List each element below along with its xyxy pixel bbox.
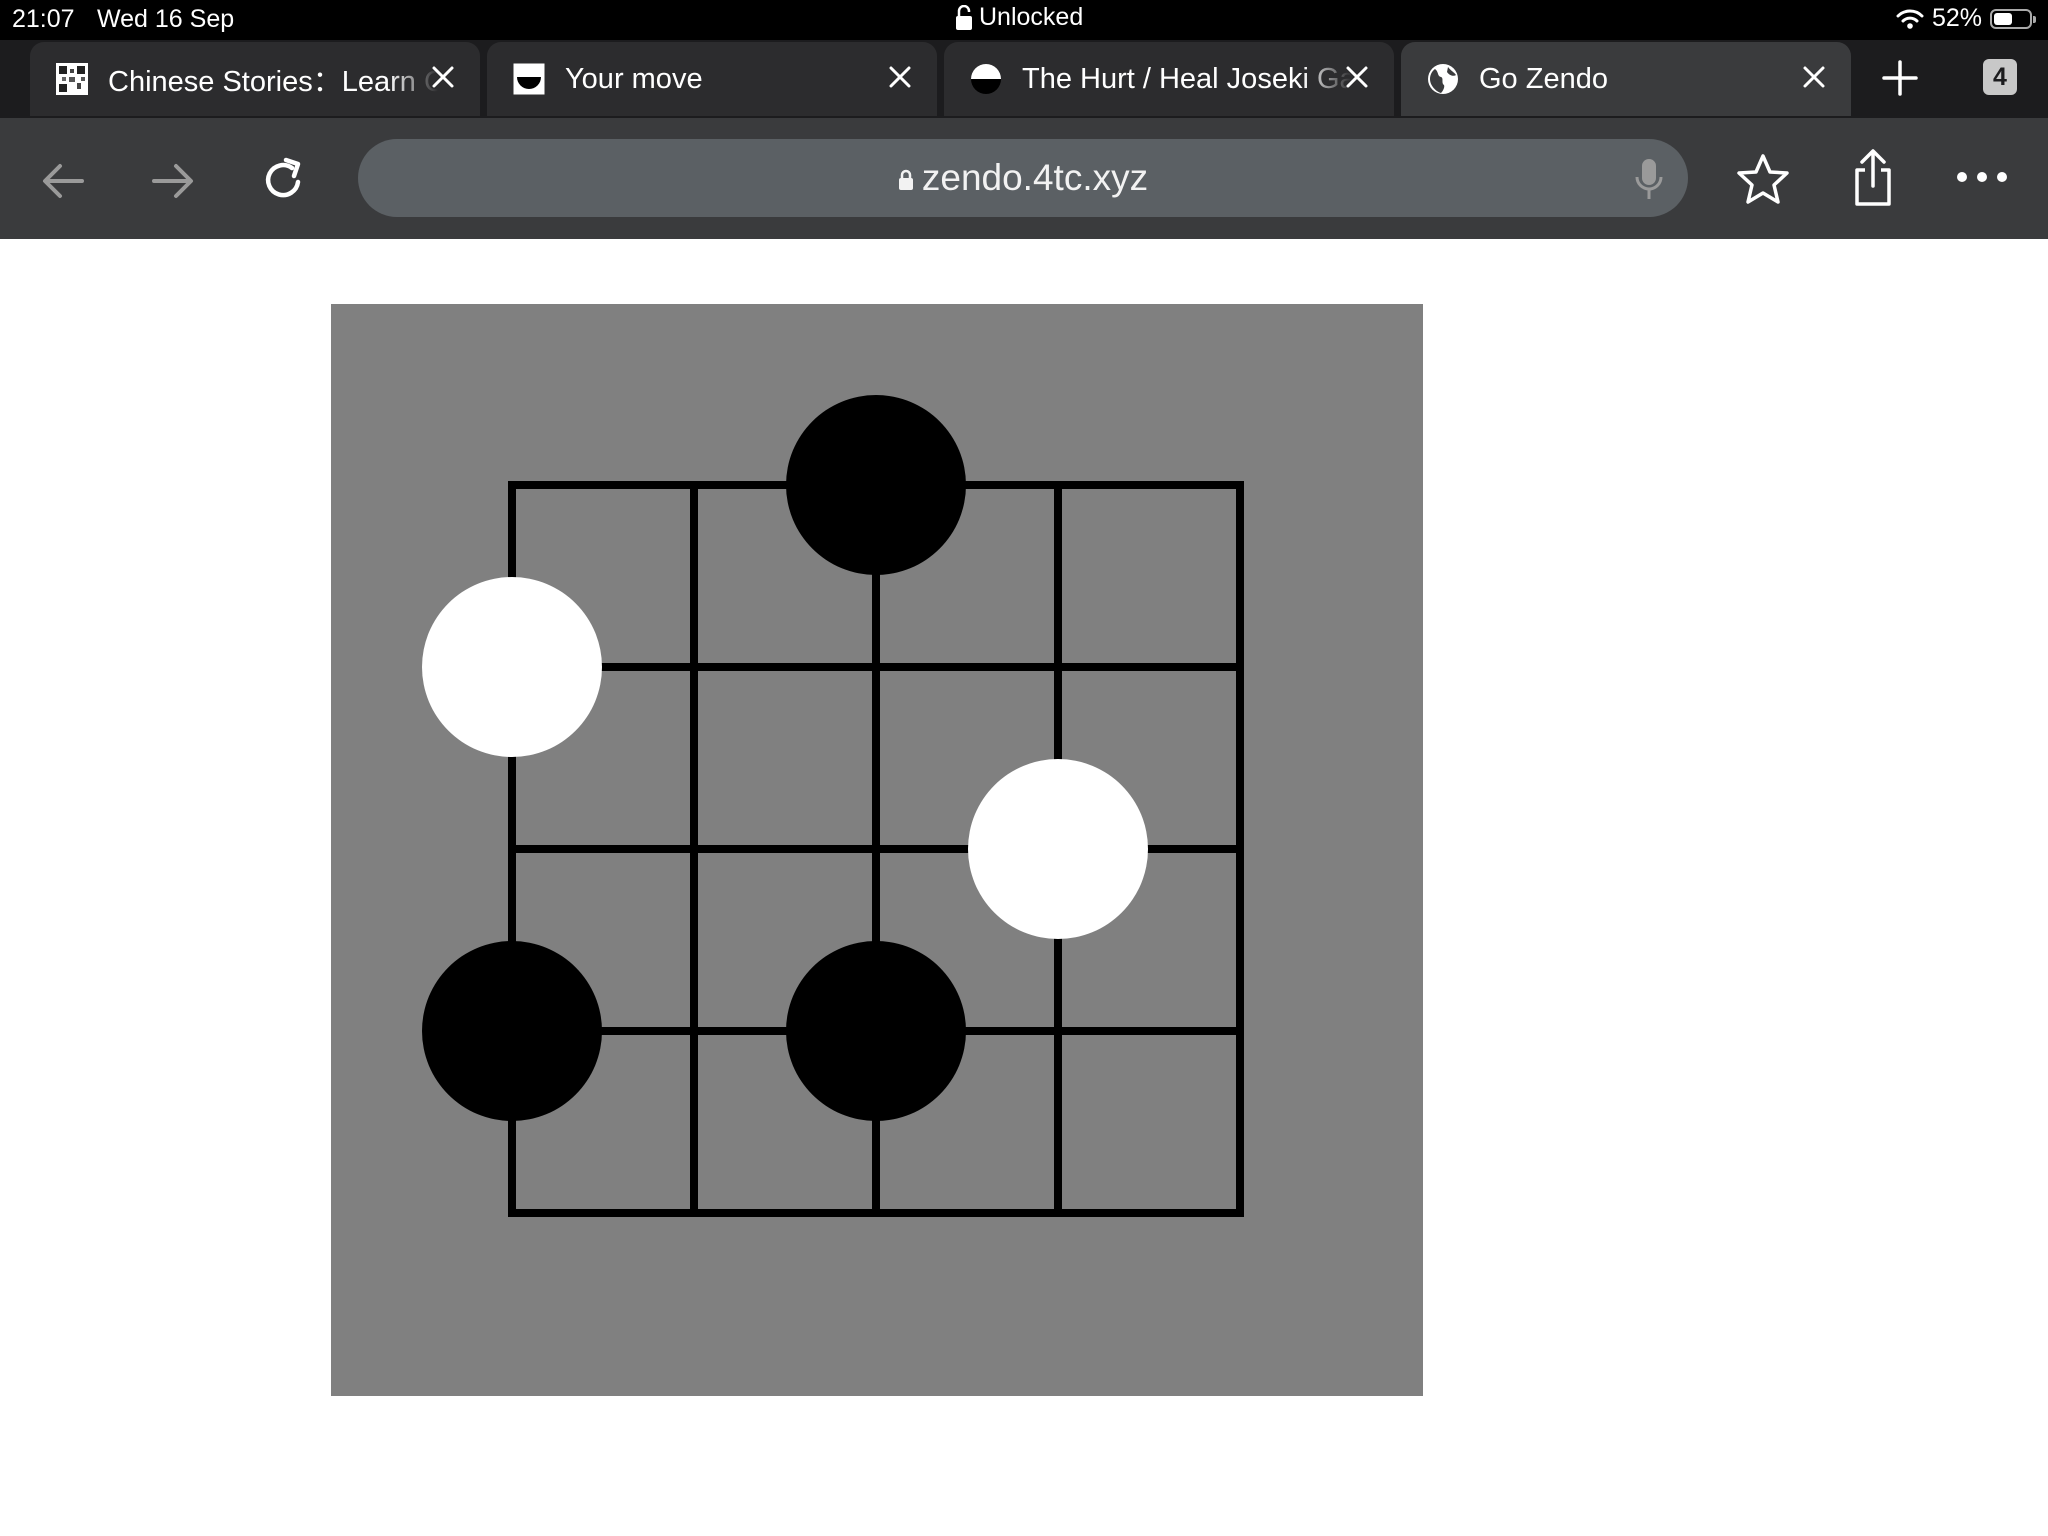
back-arrow-icon[interactable] [38,156,88,206]
address-bar[interactable]: zendo.4tc.xyz [358,139,1688,217]
half-stone-icon [971,64,1001,94]
forward-arrow-icon[interactable] [148,156,198,206]
go-board[interactable] [331,304,1423,1396]
black-stone [422,941,602,1121]
black-stone [786,941,966,1121]
black-stone [786,395,966,575]
reload-icon[interactable] [258,156,308,206]
globe-icon [1428,64,1458,94]
page-content [0,239,2048,1536]
wifi-icon [1896,9,1924,29]
bookmark-star-icon[interactable] [1735,152,1791,208]
battery-percent: 52% [1931,4,1982,32]
more-options-icon[interactable] [1954,162,2010,192]
tab-title: Go Zendo [1479,62,1608,95]
qr-code-icon [56,63,88,95]
battery-icon [1990,8,2036,29]
tab-title: Your move [565,62,703,95]
lock-icon [898,169,913,191]
share-icon[interactable] [1848,148,1898,208]
status-bar: 21:07 Wed 16 Sep Unlocked 52% [0,0,2048,40]
new-tab-plus-icon[interactable] [1880,58,1920,98]
status-date: Wed 16 Sep [97,5,235,33]
lock-status-label: Unlocked [979,3,1084,31]
tab-go-zendo[interactable]: Go Zendo [1401,42,1851,116]
close-tab-icon[interactable] [1799,62,1829,92]
tab-your-move[interactable]: Your move [487,42,937,116]
tab-hurt-heal-joseki[interactable]: The Hurt / Heal Joseki Game [944,42,1394,116]
close-tab-icon[interactable] [885,62,915,92]
tab-strip: Chinese Stories：Learn Chinese Your move … [0,40,2048,118]
orientation-lock-status: Unlocked [955,3,1083,32]
white-stone [968,759,1148,939]
close-tab-icon[interactable] [1342,62,1372,92]
status-right: 52% [1896,4,2036,33]
tab-chinese-stories[interactable]: Chinese Stories：Learn Chinese [30,42,480,116]
url-text: zendo.4tc.xyz [921,157,1149,198]
tab-title: The Hurt / Heal Joseki Game [1022,62,1352,95]
url-display[interactable]: zendo.4tc.xyz [358,139,1688,217]
tab-title: Chinese Stories：Learn Chinese [108,66,438,98]
browser-toolbar: zendo.4tc.xyz [0,118,2048,239]
close-tab-icon[interactable] [428,62,458,92]
tab-count-button[interactable]: 4 [1983,59,2017,95]
white-stone [422,577,602,757]
unlock-icon [956,4,972,30]
microphone-icon[interactable] [1632,157,1666,201]
status-time: 21:07 [12,5,75,33]
half-stone-icon [513,63,545,95]
